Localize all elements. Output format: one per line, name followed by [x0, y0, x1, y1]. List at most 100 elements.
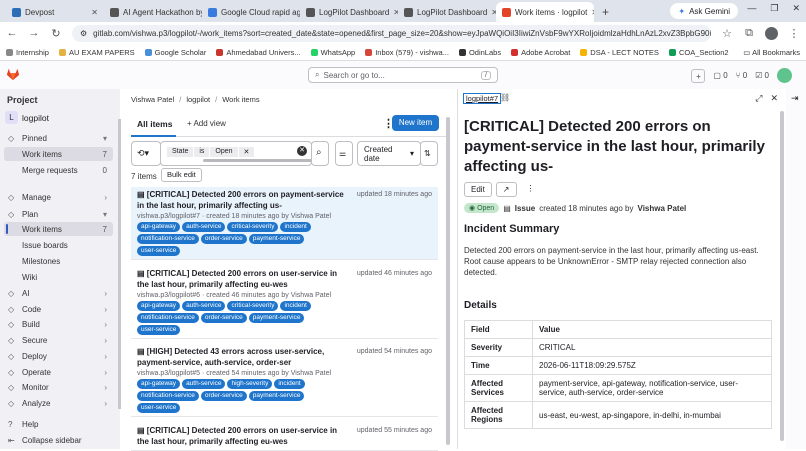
bookmark-item[interactable]: Adobe Acrobat — [511, 48, 570, 57]
browser-tab[interactable]: LogPilot Dashboard ✕ — [300, 2, 398, 22]
tab-all-items[interactable]: All items — [137, 119, 172, 129]
expand-icon[interactable]: ⤢ — [755, 93, 762, 104]
forward-icon[interactable]: → — [28, 27, 40, 39]
profile-avatar[interactable] — [765, 26, 778, 40]
tab-close-icon[interactable]: ✕ — [91, 8, 98, 17]
bookmark-item[interactable]: OdinLabs — [458, 48, 501, 57]
work-item-row[interactable]: ▤ [CRITICAL] Detected 200 errors on paym… — [131, 187, 438, 260]
sidebar-item-wiki[interactable]: Wiki — [4, 270, 113, 284]
label-badge[interactable]: auth-service — [182, 301, 226, 311]
label-badge[interactable]: critical-severity — [227, 222, 279, 232]
work-item-title[interactable]: ▤ [HIGH] Detected 43 errors across user-… — [137, 347, 347, 368]
sort-direction-button[interactable]: ⇅ — [420, 141, 438, 166]
browser-tab[interactable]: Google Cloud rapid ag✕ — [202, 2, 300, 22]
add-view-button[interactable]: + Add view — [187, 119, 226, 128]
label-badge[interactable]: user-service — [137, 246, 181, 256]
new-tab-button[interactable]: + — [594, 2, 617, 22]
minimize-icon[interactable]: — — [747, 3, 756, 14]
maximize-icon[interactable]: ❐ — [770, 3, 778, 14]
label-badge[interactable]: notification-service — [137, 234, 199, 244]
sidebar-item-monitor[interactable]: ◇ Monitor › — [4, 380, 113, 394]
browser-tab[interactable]: LogPilot Dashboard ✕ — [398, 2, 496, 22]
close-panel-icon[interactable]: ✕ — [770, 93, 778, 104]
label-badge[interactable]: payment-service — [248, 391, 305, 401]
sidebar-item-code[interactable]: ◇ Code › — [4, 302, 113, 316]
url-field[interactable]: ⚙ gitlab.com/vishwa.p3/logpilot/-/work_i… — [72, 24, 711, 42]
sidebar-item-pinned[interactable]: ◇ Pinned ▾ — [4, 131, 113, 145]
label-badge[interactable]: payment-service — [248, 234, 305, 244]
label-badge[interactable]: incident — [274, 379, 305, 389]
label-badge[interactable]: api-gateway — [137, 379, 181, 389]
bookmark-item[interactable]: DSA - LECT NOTES — [580, 48, 659, 57]
label-badge[interactable]: order-service — [200, 391, 247, 401]
bookmark-item[interactable]: AU EXAM PAPERS — [58, 48, 135, 57]
browser-tab[interactable]: Devpost ✕ — [6, 2, 104, 22]
sidebar-item-analyze[interactable]: ◇ Analyze › — [4, 396, 113, 410]
work-item-row[interactable]: ▤ [CRITICAL] Detected 200 errors on user… — [131, 423, 438, 451]
label-badge[interactable]: user-service — [137, 325, 181, 335]
label-badge[interactable]: notification-service — [137, 313, 199, 323]
label-badge[interactable]: api-gateway — [137, 222, 181, 232]
label-badge[interactable]: api-gateway — [137, 301, 181, 311]
bookmark-star-icon[interactable]: ☆ — [721, 27, 733, 40]
label-badge[interactable]: high-severity — [227, 379, 273, 389]
bookmark-item[interactable]: Ahmedabad Univers... — [216, 48, 301, 57]
extensions-icon[interactable]: ⧉ — [743, 27, 755, 40]
filter-scrollbar[interactable] — [203, 159, 321, 162]
author-link[interactable]: Vishwa Patel — [638, 204, 687, 213]
label-badge[interactable]: incident — [280, 301, 311, 311]
sort-dropdown[interactable]: Created date ▾ — [357, 141, 421, 166]
sidebar-item-secure[interactable]: ◇ Secure › — [4, 333, 113, 347]
browser-menu-icon[interactable]: ⋮ — [788, 27, 800, 40]
collapse-right-icon[interactable]: ⇥ — [791, 93, 799, 104]
work-item-title[interactable]: ▤ [CRITICAL] Detected 200 errors on paym… — [137, 190, 347, 211]
browser-tab[interactable]: AI Agent Hackathon by✕ — [104, 2, 202, 22]
sidebar-item-work-items[interactable]: Work items 7 — [4, 222, 113, 236]
breadcrumb-current[interactable]: Work items — [222, 95, 259, 104]
sidebar-item-manage[interactable]: ◇ Manage › — [4, 190, 113, 204]
clear-filter-icon[interactable]: ✕ — [297, 146, 307, 156]
label-badge[interactable]: order-service — [200, 234, 247, 244]
label-badge[interactable]: auth-service — [182, 222, 226, 232]
sidebar-item-milestones[interactable]: Milestones — [4, 254, 113, 268]
label-badge[interactable]: auth-service — [182, 379, 226, 389]
site-info-icon[interactable]: ⚙ — [80, 29, 87, 38]
bookmark-item[interactable]: Google Scholar — [144, 48, 206, 57]
label-badge[interactable]: user-service — [137, 403, 181, 413]
work-item-reference-link[interactable]: logpilot#7 — [463, 93, 502, 104]
edit-button[interactable]: Edit — [464, 182, 492, 197]
work-item-row[interactable]: ▤ [CRITICAL] Detected 200 errors on user… — [131, 266, 438, 339]
work-item-title[interactable]: ▤ [CRITICAL] Detected 200 errors on user… — [137, 269, 347, 290]
ask-gemini-button[interactable]: ✦ Ask Gemini — [670, 3, 738, 19]
sidebar-item-deploy[interactable]: ◇ Deploy › — [4, 349, 113, 363]
label-badge[interactable]: critical-severity — [227, 301, 279, 311]
sidebar-item-plan[interactable]: ◇ Plan ▾ — [4, 207, 113, 221]
tab-close-icon[interactable]: ✕ — [591, 8, 594, 17]
help-link[interactable]: ? Help — [4, 417, 113, 431]
work-item-row[interactable]: ▤ [HIGH] Detected 43 errors across user-… — [131, 344, 438, 417]
bookmark-item[interactable]: COA_Section2 — [668, 48, 729, 57]
bookmark-item[interactable]: Inbox (579) - vishwa... — [365, 48, 449, 57]
breadcrumb-project[interactable]: logpilot — [186, 95, 210, 104]
browser-tab[interactable]: Work items · logpilot✕ — [496, 2, 594, 22]
filter-search-input[interactable]: State is Open ✕ ✕ — [160, 141, 321, 166]
collapse-sidebar-button[interactable]: ⇤ Collapse sidebar — [4, 433, 113, 447]
more-actions-icon[interactable]: ⋮ — [521, 182, 541, 197]
label-badge[interactable]: incident — [280, 222, 311, 232]
bookmark-item[interactable]: Internship — [6, 48, 49, 57]
back-icon[interactable]: ← — [6, 27, 18, 39]
sidebar-item-ai[interactable]: ◇ AI › — [4, 286, 113, 300]
list-scrollbar[interactable] — [446, 117, 450, 445]
bulk-edit-button[interactable]: Bulk edit — [161, 168, 202, 182]
reload-icon[interactable]: ↻ — [50, 27, 62, 40]
open-in-new-icon[interactable]: ↗ — [495, 182, 517, 197]
new-item-button[interactable]: New item — [392, 115, 439, 131]
sidebar-item-operate[interactable]: ◇ Operate › — [4, 365, 113, 379]
label-badge[interactable]: payment-service — [248, 313, 305, 323]
sidebar-item-build[interactable]: ◇ Build › — [4, 317, 113, 331]
breadcrumb-user[interactable]: Vishwa Patel — [131, 95, 174, 104]
all-bookmarks[interactable]: ▭ All Bookmarks — [743, 48, 800, 57]
remove-token-icon[interactable]: ✕ — [238, 147, 256, 157]
sidebar-scrollbar[interactable] — [118, 119, 121, 409]
merge-requests-counter[interactable]: ⑂ 0 — [736, 71, 747, 80]
